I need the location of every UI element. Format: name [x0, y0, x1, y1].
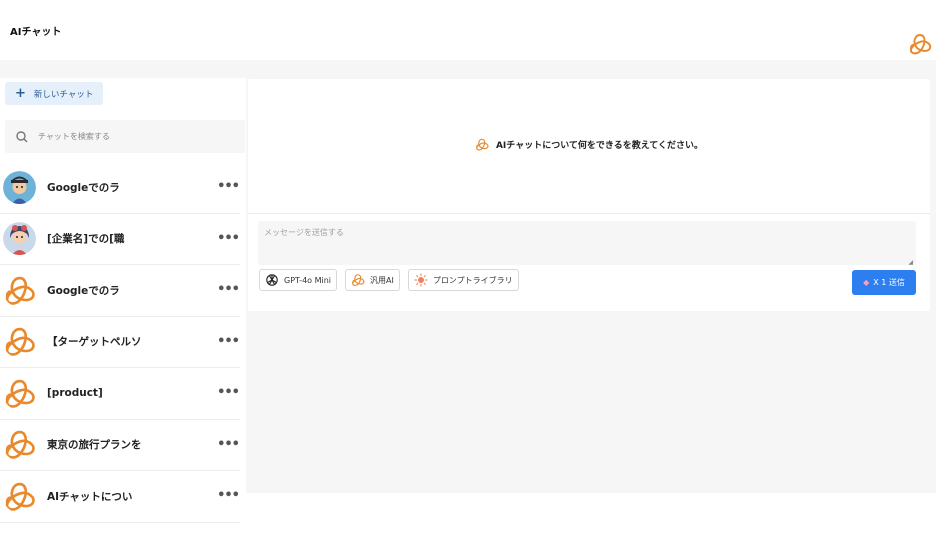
composer-tools: GPT-4o Mini 汎用AI プロンプトライブラリ — [259, 269, 519, 291]
chat-search-input[interactable]: チャットを検索する — [5, 120, 245, 153]
chat-panel: AIチャットについて何をできるを教えてください。 ◢ GPT-4o Mini 汎… — [248, 79, 930, 311]
gem-icon: ◆ — [863, 278, 870, 287]
resize-handle-icon[interactable]: ◢ — [908, 259, 913, 266]
send-label: X 1 送信 — [873, 278, 905, 287]
prompt-text: AIチャットについて何をできるを教えてください。 — [495, 141, 704, 151]
more-options-icon[interactable]: ••• — [217, 437, 240, 452]
chat-history-list: Googleでのラ ••• [企業名]での[職 ••• Googleでのラ ••… — [0, 162, 246, 523]
chat-title: 東京の旅行プランを — [47, 439, 142, 452]
brand-knot-icon — [475, 138, 489, 151]
more-options-icon[interactable]: ••• — [217, 334, 240, 349]
chat-title: Googleでのラ — [47, 181, 120, 194]
new-chat-button[interactable]: + 新しいチャット — [5, 82, 103, 105]
chat-history-item[interactable]: AIチャットについ ••• — [0, 471, 240, 523]
chat-history-item[interactable]: Googleでのラ ••• — [0, 162, 240, 214]
send-button[interactable]: ◆ X 1 送信 — [852, 270, 916, 295]
chat-title: 【ターゲットペルソ — [47, 336, 142, 349]
brand-knot-icon — [3, 480, 36, 513]
chat-title: Googleでのラ — [47, 284, 120, 297]
header-divider-strip — [0, 60, 936, 78]
brand-knot-icon — [3, 325, 36, 358]
prompt-library-label: プロンプトライブラリ — [432, 275, 513, 285]
suggested-prompt[interactable]: AIチャットについて何をできるを教えてください。 — [248, 138, 930, 151]
brand-knot-icon[interactable] — [908, 33, 932, 55]
brand-knot-icon — [351, 273, 365, 287]
chat-history-item[interactable]: [企業名]での[職 ••• — [0, 214, 240, 265]
chat-title: AIチャットについ — [47, 490, 133, 503]
chat-title: [product] — [47, 387, 103, 400]
chat-title: [企業名]での[職 — [47, 233, 125, 246]
sparkle-icon — [414, 273, 428, 287]
brand-knot-icon — [3, 377, 36, 410]
search-placeholder: チャットを検索する — [38, 132, 110, 141]
chat-history-item[interactable]: [product] ••• — [0, 368, 240, 420]
assistant-type-label: 汎用AI — [370, 275, 394, 285]
more-options-icon[interactable]: ••• — [217, 179, 240, 194]
brand-knot-icon — [3, 428, 36, 461]
character-avatar-icon — [3, 222, 36, 256]
brand-knot-icon — [3, 274, 36, 307]
chat-history-item[interactable]: 東京の旅行プランを ••• — [0, 420, 240, 471]
divider — [248, 213, 930, 214]
chat-history-item[interactable]: Googleでのラ ••• — [0, 265, 240, 317]
app-header: AIチャット — [0, 0, 936, 60]
plus-icon: + — [15, 86, 26, 101]
search-icon — [16, 130, 28, 142]
prompt-library-button[interactable]: プロンプトライブラリ — [407, 269, 519, 291]
model-label: GPT-4o Mini — [284, 275, 332, 285]
sidebar: + 新しいチャット チャットを検索する Googleでのラ ••• [企業名]で… — [0, 78, 246, 547]
openai-icon — [266, 274, 278, 286]
more-options-icon[interactable]: ••• — [217, 231, 240, 246]
character-avatar-icon — [3, 170, 36, 204]
more-options-icon[interactable]: ••• — [217, 385, 240, 400]
more-options-icon[interactable]: ••• — [217, 488, 240, 503]
assistant-type-button[interactable]: 汎用AI — [345, 269, 400, 291]
model-selector-button[interactable]: GPT-4o Mini — [259, 269, 338, 291]
app-title: AIチャット — [10, 26, 62, 38]
more-options-icon[interactable]: ••• — [217, 282, 240, 297]
new-chat-label: 新しいチャット — [33, 89, 94, 100]
message-input[interactable] — [258, 221, 916, 265]
chat-history-item[interactable]: 【ターゲットペルソ ••• — [0, 317, 240, 368]
